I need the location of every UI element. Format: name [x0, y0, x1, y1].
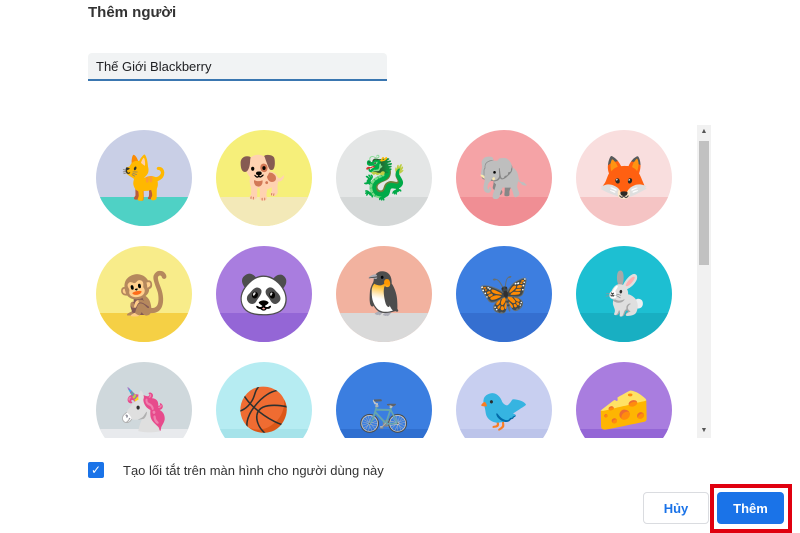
cheese-icon: 🧀: [597, 385, 651, 433]
avatar-butterfly[interactable]: 🦋: [456, 246, 552, 342]
shortcut-label: Tạo lối tắt trên màn hình cho người dùng…: [123, 463, 384, 478]
basketball-icon: 🏀: [237, 385, 291, 433]
avatar-cheese[interactable]: 🧀: [576, 362, 672, 438]
elephant-icon: 🐘: [477, 153, 531, 201]
fox-icon: 🦊: [597, 153, 651, 201]
scrollbar-thumb[interactable]: [699, 141, 709, 265]
dialog-title: Thêm người: [88, 4, 177, 21]
bicycle-icon: 🚲: [357, 385, 411, 433]
butterfly-icon: 🦋: [477, 269, 531, 317]
avatar-grid: 🐈 🐕 🐉 🐘 🦊 🐒 🐼 🐧 🦋 🐇 🦄 🏀 🚲 🐦 🧀: [96, 130, 696, 438]
panda-icon: 🐼: [237, 269, 291, 317]
avatar-rabbit[interactable]: 🐇: [576, 246, 672, 342]
avatar-corgi[interactable]: 🐕: [216, 130, 312, 226]
avatar-bird[interactable]: 🐦: [456, 362, 552, 438]
unicorn-icon: 🦄: [117, 385, 171, 433]
avatar-cat[interactable]: 🐈: [96, 130, 192, 226]
avatar-monkey[interactable]: 🐒: [96, 246, 192, 342]
avatar-fox[interactable]: 🦊: [576, 130, 672, 226]
scroll-down-icon[interactable]: ▼: [697, 424, 711, 438]
penguin-icon: 🐧: [357, 269, 411, 317]
avatar-basketball[interactable]: 🏀: [216, 362, 312, 438]
cat-icon: 🐈: [117, 153, 171, 201]
rabbit-icon: 🐇: [597, 269, 651, 317]
avatar-penguin[interactable]: 🐧: [336, 246, 432, 342]
monkey-icon: 🐒: [117, 269, 171, 317]
highlight-box: [710, 484, 792, 533]
avatar-bicycle[interactable]: 🚲: [336, 362, 432, 438]
avatar-dragon[interactable]: 🐉: [336, 130, 432, 226]
scrollbar[interactable]: ▲ ▼: [697, 125, 711, 438]
cancel-button[interactable]: Hủy: [643, 492, 709, 524]
corgi-icon: 🐕: [237, 153, 291, 201]
scroll-up-icon[interactable]: ▲: [697, 125, 711, 139]
avatar-unicorn[interactable]: 🦄: [96, 362, 192, 438]
avatar-panda[interactable]: 🐼: [216, 246, 312, 342]
name-input[interactable]: [88, 53, 387, 81]
bird-icon: 🐦: [477, 385, 531, 433]
avatar-elephant[interactable]: 🐘: [456, 130, 552, 226]
dragon-icon: 🐉: [357, 153, 411, 201]
checkmark-icon: ✓: [90, 463, 102, 477]
shortcut-checkbox[interactable]: ✓: [88, 462, 104, 478]
